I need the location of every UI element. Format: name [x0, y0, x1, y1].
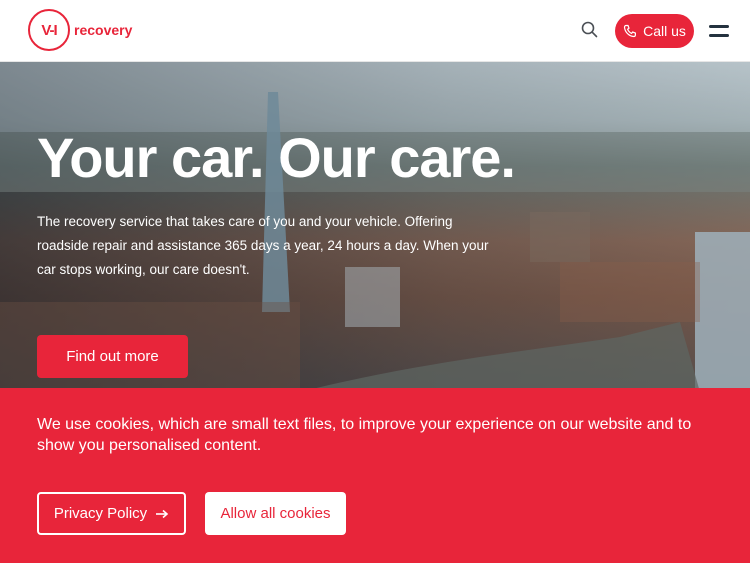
site-header: V-I recovery Call us	[0, 0, 750, 62]
search-button[interactable]	[580, 20, 600, 40]
cookie-message: We use cookies, which are small text fil…	[37, 416, 692, 454]
menu-button[interactable]	[709, 24, 729, 38]
logo-text: recovery	[74, 22, 133, 38]
logo[interactable]: V-I recovery	[28, 9, 132, 51]
search-icon	[581, 21, 598, 38]
privacy-policy-button[interactable]: Privacy Policy	[37, 492, 186, 535]
logo-mark: V-I	[28, 9, 70, 51]
menu-icon-bar	[709, 34, 729, 37]
call-us-label: Call us	[643, 23, 686, 39]
phone-icon	[623, 24, 637, 38]
hero-section: Your car. Our care. The recovery service…	[0, 62, 750, 388]
find-out-more-button[interactable]: Find out more	[37, 335, 188, 378]
privacy-policy-label: Privacy Policy	[53, 505, 148, 522]
cookie-banner: We use cookies, which are small text fil…	[0, 388, 750, 563]
allow-all-cookies-button[interactable]: Allow all cookies	[205, 492, 346, 535]
hero-description: The recovery service that takes care of …	[37, 214, 489, 277]
arrow-right-icon	[156, 509, 169, 518]
menu-icon	[709, 25, 729, 28]
hero-title: Your car. Our care.	[37, 126, 516, 189]
call-us-button[interactable]: Call us	[615, 14, 694, 48]
